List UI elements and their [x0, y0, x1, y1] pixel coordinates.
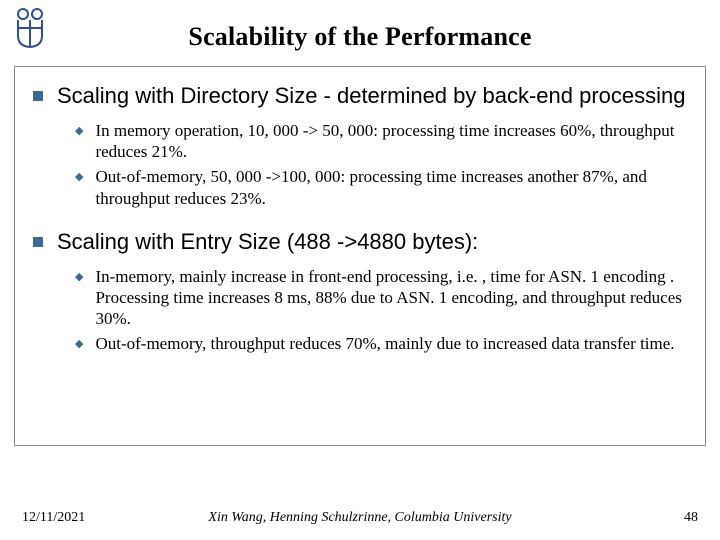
diamond-bullet-icon: ◆	[75, 270, 83, 330]
list-item-text: Out-of-memory, throughput reduces 70%, m…	[95, 333, 674, 354]
list-item: ◆ In-memory, mainly increase in front-en…	[75, 266, 687, 330]
list-item: ◆ Out-of-memory, 50, 000 ->100, 000: pro…	[75, 166, 687, 209]
footer: 12/11/2021 Xin Wang, Henning Schulzrinne…	[0, 510, 720, 526]
section-heading-text: Scaling with Directory Size - determined…	[57, 83, 686, 110]
section-heading: Scaling with Directory Size - determined…	[33, 83, 687, 110]
list-item: ◆ Out-of-memory, throughput reduces 70%,…	[75, 333, 687, 354]
square-bullet-icon	[33, 91, 43, 101]
footer-date: 12/11/2021	[22, 510, 112, 526]
subitem-list: ◆ In-memory, mainly increase in front-en…	[75, 266, 687, 355]
footer-page: 48	[608, 510, 698, 526]
list-item-text: In memory operation, 10, 000 -> 50, 000:…	[95, 120, 687, 163]
list-item-text: In-memory, mainly increase in front-end …	[95, 266, 687, 330]
content-frame: Scaling with Directory Size - determined…	[14, 66, 706, 446]
university-logo	[10, 6, 50, 53]
section-heading-text: Scaling with Entry Size (488 ->4880 byte…	[57, 229, 478, 256]
list-item: ◆ In memory operation, 10, 000 -> 50, 00…	[75, 120, 687, 163]
diamond-bullet-icon: ◆	[75, 170, 83, 209]
subitem-list: ◆ In memory operation, 10, 000 -> 50, 00…	[75, 120, 687, 209]
footer-authors: Xin Wang, Henning Schulzrinne, Columbia …	[112, 510, 608, 526]
square-bullet-icon	[33, 237, 43, 247]
list-item-text: Out-of-memory, 50, 000 ->100, 000: proce…	[95, 166, 687, 209]
section-heading: Scaling with Entry Size (488 ->4880 byte…	[33, 229, 687, 256]
slide-title: Scalability of the Performance	[0, 0, 720, 52]
diamond-bullet-icon: ◆	[75, 124, 83, 163]
diamond-bullet-icon: ◆	[75, 337, 83, 354]
